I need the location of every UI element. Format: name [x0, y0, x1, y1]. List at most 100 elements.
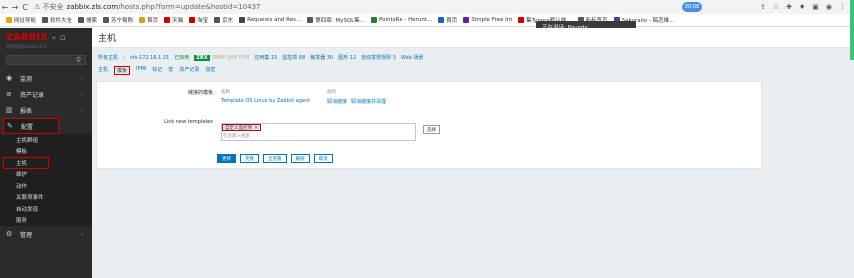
tab-tags[interactable]: 标记 — [152, 66, 162, 75]
ipmi-badge: IPMI — [239, 54, 250, 61]
bookmark-item[interactable]: 首页 — [438, 16, 457, 24]
list-icon: ≡ — [6, 90, 12, 98]
status-enabled[interactable]: 已启用 — [174, 54, 189, 61]
full-clone-button[interactable]: 全克隆 — [263, 154, 287, 163]
bookmark-item[interactable]: 天猫 — [164, 16, 183, 24]
link-applications[interactable]: 应用集 15 — [254, 54, 277, 61]
bookmark-favicon-icon — [307, 17, 314, 23]
window-icon[interactable]: ▣ — [812, 3, 819, 11]
bookmark-item[interactable]: 网址导航 — [6, 16, 36, 24]
linked-template-link[interactable]: Template OS Linux by Zabbix agent — [221, 98, 310, 104]
bookmark-label: 首页 — [446, 18, 458, 24]
menu-administration[interactable]: ⚙ 管理 ⌄ — [0, 226, 92, 242]
collapse-icon[interactable]: « — [52, 34, 56, 42]
column-name: 名称 — [221, 90, 230, 95]
bookmark-label: 第四章: MySQL集... — [315, 18, 365, 24]
profile-icon[interactable]: ◉ — [826, 3, 832, 11]
bookmark-item[interactable]: 搜索 — [78, 16, 97, 24]
bookmark-favicon-icon — [164, 17, 171, 23]
tab-macros[interactable]: 宏 — [168, 66, 173, 75]
delete-button[interactable]: 删除 — [290, 154, 310, 163]
bookmark-label: 软件大全 — [50, 18, 73, 24]
bookmark-favicon-icon — [103, 17, 110, 23]
bookmark-item[interactable]: 京东 — [214, 16, 233, 24]
bookmark-item[interactable]: 第四章: MySQL集... — [307, 16, 365, 24]
submenu-services[interactable]: 服务 — [0, 215, 92, 227]
selected-template-chip[interactable]: 自定义监控项 ✕ — [222, 124, 262, 131]
tab-ipmi[interactable]: IPMI — [136, 66, 146, 75]
cancel-button[interactable]: 取消 — [313, 154, 333, 163]
zabbix-logo[interactable]: ZABBIX « ⊡ — [0, 28, 92, 43]
gear-icon: ⚙ — [6, 230, 13, 238]
update-button[interactable]: 更新 — [217, 154, 236, 163]
back-button[interactable]: ← — [0, 3, 10, 12]
tab-host[interactable]: 主机 — [98, 66, 108, 75]
select-templates-button[interactable]: 选择 — [423, 125, 440, 134]
link-new-templates-label: Link new templates — [164, 119, 213, 125]
submenu-event-correlation[interactable]: 关联项事件 — [0, 192, 92, 204]
bookmark-label: 网址导航 — [14, 18, 37, 24]
submenu-discovery[interactable]: 自动发现 — [0, 203, 92, 215]
menu-reports[interactable]: ▥ 报表 ⌄ — [0, 102, 92, 118]
sidebar-search-input[interactable]: ⚲ — [6, 55, 86, 65]
address-bar[interactable]: ⚠ 不安全 zabbix.zls.com/hosts.php?form=upda… — [34, 2, 760, 12]
form-tabs: 主机 模板 IPMI 标记 宏 资产记录 加密 — [92, 61, 854, 75]
breadcrumb: 所有主机 / nfs-172.16.1.31 已启用 ZBX SNMP JMX … — [92, 48, 854, 61]
bookmark-label: 天猫 — [172, 18, 184, 24]
expand-icon[interactable]: ⊡ — [60, 34, 66, 42]
bookmark-favicon-icon — [239, 17, 246, 23]
unlink-clear-link[interactable]: 取消链接并清理 — [351, 98, 386, 105]
menu-monitoring[interactable]: ◉ 监测 ⌄ — [0, 70, 92, 86]
share-icon[interactable]: ⇪ — [760, 3, 766, 11]
reload-button[interactable]: C — [20, 3, 30, 12]
menu-inventory[interactable]: ≡ 资产记录 ⌄ — [0, 86, 92, 102]
bookmark-item[interactable]: 苏宁易购 — [103, 16, 133, 24]
bookmark-item[interactable]: 首页 — [139, 16, 158, 24]
submenu-host-groups[interactable]: 主机群组 — [0, 134, 92, 146]
bookmark-label: 搜索 — [86, 18, 98, 24]
tab-templates[interactable]: 模板 — [114, 66, 131, 75]
snmp-badge: SNMP — [211, 54, 226, 61]
extension-icon[interactable]: ✚ — [786, 3, 792, 11]
menu-monitoring-label: 监测 — [20, 75, 33, 83]
jmx-badge: JMX — [227, 54, 238, 61]
menu-icon[interactable]: ⋮ — [839, 3, 846, 11]
bookmark-favicon-icon — [189, 17, 196, 23]
submenu-maintenance[interactable]: 维护 — [0, 169, 92, 181]
bookmarks-bar: 网址导航 软件大全 搜索 苏宁易购 首页 天猫 淘宝 京东 Requests and Res..… — [0, 14, 854, 27]
wrench-icon: ✎ — [7, 122, 13, 130]
remove-chip-icon[interactable]: ✕ — [254, 125, 258, 131]
link-items[interactable]: 监控项 68 — [282, 54, 305, 61]
unlink-link[interactable]: 取消链接 — [327, 98, 347, 105]
bookmark-item[interactable]: Requests and Res... — [239, 17, 301, 23]
tab-encryption[interactable]: 加密 — [205, 66, 215, 75]
link-graphs[interactable]: 图形 12 — [338, 54, 356, 61]
link-web[interactable]: Web 场景 — [401, 54, 424, 61]
sidebar-subtitle: 带你游向Zabbix5.0 — [6, 45, 47, 50]
link-discovery[interactable]: 自动发现规则 3 — [361, 54, 396, 61]
submenu-templates[interactable]: 模板 — [0, 146, 92, 158]
bookmark-item[interactable]: PointsRx - Herunt... — [370, 17, 432, 23]
menu-configuration[interactable]: ✎ 配置 — [3, 118, 59, 134]
bookmark-favicon-icon — [438, 17, 445, 23]
clone-button[interactable]: 克隆 — [240, 154, 259, 163]
submenu-actions[interactable]: 动作 — [0, 180, 92, 192]
browser-toolbar: ← → C ⚠ 不安全 zabbix.zls.com/hosts.php?for… — [0, 0, 854, 14]
link-triggers[interactable]: 触发器 30 — [310, 54, 333, 61]
star-icon[interactable]: ☆ — [773, 3, 779, 11]
tab-inventory[interactable]: 资产记录 — [179, 66, 199, 75]
bookmark-favicon-icon — [463, 17, 470, 23]
bookmark-item[interactable]: 淘宝 — [189, 16, 208, 24]
breadcrumb-host[interactable]: nfs-172.16.1.31 — [130, 55, 170, 61]
breadcrumb-all-hosts[interactable]: 所有主机 — [98, 54, 118, 61]
forward-button[interactable]: → — [10, 3, 20, 12]
browser-actions: ⇪ ☆ ✚ ♦ ▣ ◉ ⋮ — [760, 3, 854, 11]
bookmark-item[interactable]: Simple Free Im — [463, 17, 512, 23]
submenu-hosts[interactable]: 主机 — [3, 157, 49, 169]
bookmark-item[interactable]: 软件大全 — [42, 16, 72, 24]
zbx-availability-badge: ZBX — [194, 54, 210, 61]
insecure-badge[interactable]: ⚠ 不安全 — [34, 2, 64, 12]
configuration-submenu: 主机群组 模板 主机 维护 动作 关联项事件 自动发现 服务 — [0, 134, 92, 226]
puzzle-icon[interactable]: ♦ — [799, 3, 805, 11]
menu-configuration-label: 配置 — [21, 123, 34, 131]
